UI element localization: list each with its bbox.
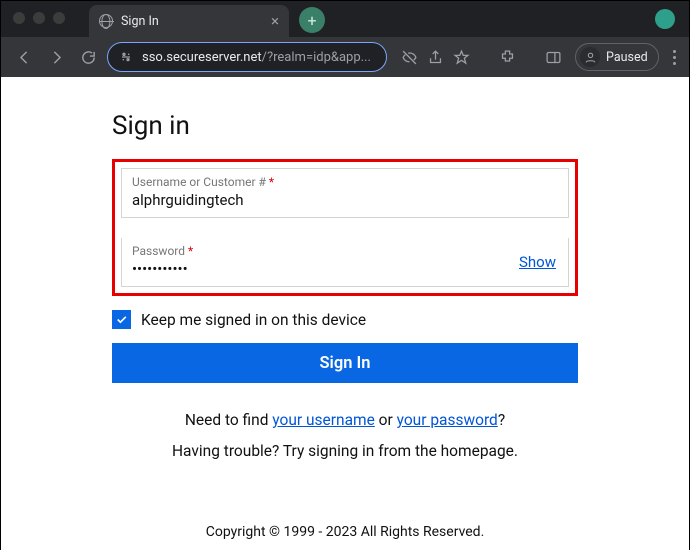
forward-button[interactable]	[43, 44, 69, 70]
window-controls	[13, 12, 65, 24]
signin-form: Sign in Username or Customer # * Passwor…	[112, 111, 578, 467]
url-text: sso.secureserver.net/?realm=idp&app...	[142, 50, 376, 65]
required-mark: *	[269, 175, 274, 189]
username-input[interactable]	[132, 189, 558, 209]
profile-avatar[interactable]	[655, 9, 675, 29]
signin-button[interactable]: Sign In	[112, 343, 578, 383]
trouble-text: Having trouble? Try signing in from the …	[112, 436, 578, 467]
password-label: Password *	[132, 244, 558, 258]
address-bar[interactable]: sso.secureserver.net/?realm=idp&app...	[107, 42, 387, 72]
new-tab-button[interactable]: +	[299, 7, 325, 33]
reload-button[interactable]	[75, 44, 101, 70]
password-input[interactable]	[132, 258, 558, 278]
show-password-link[interactable]: Show	[519, 253, 556, 271]
back-button[interactable]	[11, 44, 37, 70]
copyright-text: Copyright © 1999 - 2023 All Rights Reser…	[1, 524, 689, 540]
required-mark: *	[188, 244, 193, 258]
browser-menu-button[interactable]	[673, 50, 676, 65]
globe-icon	[99, 14, 113, 28]
remember-row: Keep me signed in on this device	[112, 310, 578, 329]
help-text: Need to find your username or your passw…	[112, 405, 578, 467]
password-field[interactable]: Password * Show	[121, 238, 569, 287]
paused-label: Paused	[606, 50, 648, 65]
window-max-dot[interactable]	[53, 12, 65, 24]
share-icon[interactable]	[425, 47, 445, 67]
credentials-highlight-box: Username or Customer # * Password * Show	[112, 159, 578, 296]
tab-close-icon[interactable]: ×	[271, 14, 279, 29]
tab-title: Sign In	[121, 14, 263, 29]
sidepanel-icon[interactable]	[543, 47, 563, 67]
browser-titlebar: Sign In × +	[1, 1, 689, 37]
extensions-icon[interactable]	[497, 47, 517, 67]
window-close-dot[interactable]	[13, 12, 25, 24]
browser-tab[interactable]: Sign In ×	[89, 5, 289, 37]
toolbar-right: Paused	[393, 43, 679, 71]
eye-off-icon[interactable]	[399, 47, 419, 67]
username-field[interactable]: Username or Customer # *	[121, 168, 569, 218]
remember-label: Keep me signed in on this device	[141, 311, 366, 329]
browser-toolbar: sso.secureserver.net/?realm=idp&app... P…	[1, 37, 689, 77]
remember-checkbox[interactable]	[112, 310, 131, 329]
profile-paused-chip[interactable]: Paused	[575, 43, 659, 71]
bookmark-star-icon[interactable]	[451, 47, 471, 67]
find-username-link[interactable]: your username	[272, 411, 375, 429]
profile-chip-avatar-icon	[580, 47, 600, 67]
username-label: Username or Customer # *	[132, 175, 558, 189]
page-content: Sign in Username or Customer # * Passwor…	[1, 77, 689, 550]
window-min-dot[interactable]	[33, 12, 45, 24]
find-password-link[interactable]: your password	[397, 411, 498, 429]
page-heading: Sign in	[112, 111, 578, 141]
site-settings-icon[interactable]	[118, 49, 134, 65]
